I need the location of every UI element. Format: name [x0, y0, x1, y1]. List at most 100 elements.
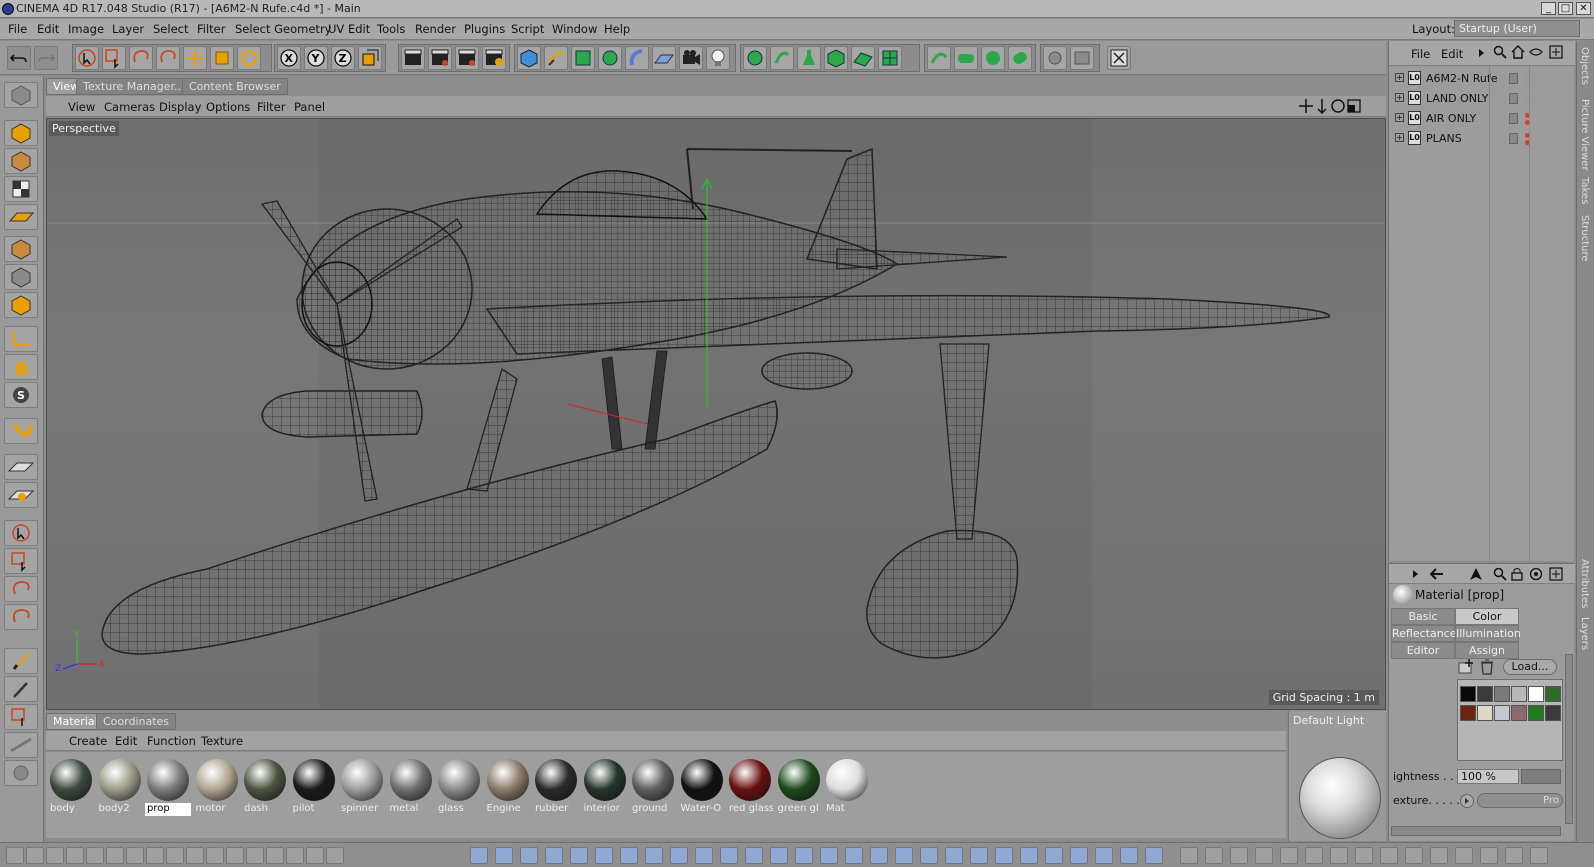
- eyedropper-button[interactable]: [4, 676, 38, 702]
- object-row[interactable]: + L0 AIR ONLY: [1395, 109, 1573, 129]
- bottom-tool-icon[interactable]: [326, 847, 344, 864]
- bottom-tool-icon[interactable]: [1355, 847, 1373, 864]
- materials-menu-function[interactable]: Function: [147, 734, 196, 748]
- menu-window[interactable]: Window: [552, 22, 597, 36]
- chevron-right-icon[interactable]: [1411, 569, 1421, 579]
- bottom-tool-icon[interactable]: [206, 847, 224, 864]
- camera-button[interactable]: [679, 46, 703, 70]
- tag-button-3[interactable]: [797, 46, 821, 70]
- tag-button-2[interactable]: [770, 46, 794, 70]
- bottom-tool-icon[interactable]: [266, 847, 284, 864]
- target-icon[interactable]: [1529, 567, 1543, 581]
- array-button[interactable]: [598, 46, 622, 70]
- viewport-menu-panel[interactable]: Panel: [294, 100, 325, 114]
- texture-arrow-icon[interactable]: [1459, 793, 1475, 809]
- maximize-button[interactable]: □: [1558, 2, 1573, 15]
- subdivision-surface-button[interactable]: [571, 46, 595, 70]
- bottom-tool-icon[interactable]: [286, 847, 304, 864]
- brightness-input[interactable]: 100 %: [1457, 769, 1519, 784]
- object-row[interactable]: + L0 PLANS: [1395, 129, 1573, 149]
- bottom-tool-icon[interactable]: [1045, 847, 1063, 864]
- bottom-tool-icon[interactable]: [246, 847, 264, 864]
- palette-tool-button-1[interactable]: [4, 732, 38, 758]
- visibility-toggle[interactable]: [1509, 133, 1518, 144]
- bottom-tool-icon[interactable]: [920, 847, 938, 864]
- bottom-tool-icon[interactable]: [1095, 847, 1113, 864]
- bottom-tool-icon[interactable]: [1305, 847, 1323, 864]
- bottom-tool-icon[interactable]: [645, 847, 663, 864]
- light-button[interactable]: [706, 46, 730, 70]
- color-swatch[interactable]: [1511, 705, 1527, 721]
- menu-select-geometry[interactable]: Select Geometry: [235, 22, 331, 36]
- bottom-tool-icon[interactable]: [306, 847, 324, 864]
- bottom-tool-icon[interactable]: [106, 847, 124, 864]
- redo-button[interactable]: [34, 46, 58, 70]
- material-item[interactable]: ground: [630, 758, 676, 818]
- bottom-tool-icon[interactable]: [1120, 847, 1138, 864]
- visibility-toggle[interactable]: [1509, 93, 1518, 104]
- bottom-tool-icon[interactable]: [1530, 847, 1548, 864]
- visibility-toggle[interactable]: [1509, 73, 1518, 84]
- polygons-mode-button[interactable]: [4, 292, 38, 318]
- axis-mode-button[interactable]: [4, 326, 38, 352]
- bottom-tool-icon[interactable]: [1205, 847, 1223, 864]
- material-item[interactable]: Mat: [824, 758, 870, 818]
- workplane-mode-button[interactable]: [4, 204, 38, 230]
- workplane-lock-button[interactable]: [4, 454, 38, 480]
- color-swatch[interactable]: [1528, 686, 1544, 702]
- tab-texture-manager[interactable]: Texture Manager...: [76, 78, 192, 95]
- bottom-tool-icon[interactable]: [1480, 847, 1498, 864]
- menu-edit[interactable]: Edit: [37, 22, 59, 36]
- coordinate-system-button[interactable]: [358, 46, 382, 70]
- tab-coordinates[interactable]: Coordinates: [96, 713, 177, 730]
- color-swatch[interactable]: [1511, 686, 1527, 702]
- tweak-mode-button[interactable]: [4, 354, 38, 380]
- menu-plugins[interactable]: Plugins: [464, 22, 505, 36]
- bottom-tool-icon[interactable]: [1430, 847, 1448, 864]
- render-picture-viewer-button[interactable]: [428, 46, 452, 70]
- bottom-tool-icon[interactable]: [770, 847, 788, 864]
- vertical-scrollbar[interactable]: [1565, 654, 1573, 824]
- pan-view-icon[interactable]: [1298, 98, 1314, 114]
- paint-select-button[interactable]: [4, 704, 38, 730]
- make-editable-button[interactable]: [4, 82, 38, 108]
- viewport-menu-options[interactable]: Options: [206, 100, 250, 114]
- rotate-tool-button[interactable]: [237, 46, 261, 70]
- material-item[interactable]: red glass: [727, 758, 773, 818]
- object-row[interactable]: + L0 A6M2-N Rufe: [1395, 69, 1573, 89]
- render-view-button[interactable]: [401, 46, 425, 70]
- material-item[interactable]: metal: [388, 758, 434, 818]
- tab-color[interactable]: Color: [1455, 608, 1519, 625]
- rotate-view-icon[interactable]: [1330, 98, 1346, 114]
- mograph-button-3[interactable]: [981, 46, 1005, 70]
- floor-button[interactable]: [652, 46, 676, 70]
- expand-icon[interactable]: +: [1395, 113, 1404, 122]
- texture-field[interactable]: Pro: [1477, 793, 1563, 808]
- menu-render[interactable]: Render: [415, 22, 456, 36]
- bottom-tool-icon[interactable]: [1180, 847, 1198, 864]
- tag-button-5[interactable]: [851, 46, 875, 70]
- bottom-tool-icon[interactable]: [1505, 847, 1523, 864]
- material-item[interactable]: rubber: [533, 758, 579, 818]
- rectangle-select-button[interactable]: [102, 46, 126, 70]
- x-axis-lock-button[interactable]: X: [277, 46, 301, 70]
- menu-tools[interactable]: Tools: [377, 22, 405, 36]
- bottom-tool-icon[interactable]: [1255, 847, 1273, 864]
- horizontal-scrollbar[interactable]: [1391, 826, 1561, 836]
- lasso-selection-button[interactable]: [4, 576, 38, 602]
- side-tab-picture-viewer[interactable]: Picture Viewer: [1579, 99, 1590, 171]
- bottom-tool-icon[interactable]: [895, 847, 913, 864]
- materials-menu-create[interactable]: Create: [69, 734, 107, 748]
- bottom-tool-icon[interactable]: [720, 847, 738, 864]
- close-button[interactable]: ✕: [1576, 2, 1591, 15]
- tab-content-browser[interactable]: Content Browser: [182, 78, 288, 95]
- bottom-tool-icon[interactable]: [166, 847, 184, 864]
- bottom-tool-icon[interactable]: [470, 847, 488, 864]
- color-swatch[interactable]: [1545, 686, 1561, 702]
- points-mode-button[interactable]: [4, 236, 38, 262]
- viewport-menu-display[interactable]: Display: [159, 100, 201, 114]
- bottom-tool-icon[interactable]: [520, 847, 538, 864]
- color-swatch[interactable]: [1460, 686, 1476, 702]
- polygon-selection-button[interactable]: [4, 604, 38, 630]
- color-swatch[interactable]: [1460, 705, 1476, 721]
